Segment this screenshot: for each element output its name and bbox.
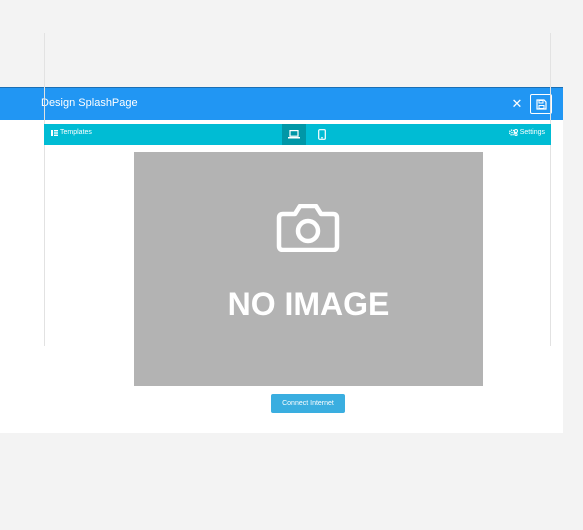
laptop-icon	[288, 130, 300, 139]
desktop-view-button[interactable]	[282, 124, 306, 145]
mobile-view-button[interactable]	[310, 124, 334, 145]
templates-button[interactable]: Templates	[51, 129, 92, 136]
list-icon	[51, 129, 58, 136]
mobile-icon	[318, 129, 326, 140]
gears-icon	[508, 129, 518, 136]
splash-image-placeholder[interactable]: NO IMAGE	[134, 152, 483, 386]
settings-label: Settings	[519, 129, 545, 136]
settings-button[interactable]: Settings	[508, 129, 545, 136]
templates-label: Templates	[60, 129, 92, 136]
no-image-text: NO IMAGE	[227, 286, 390, 322]
connect-internet-button[interactable]: Connect Internet	[271, 394, 345, 413]
editor-toolbar: Templates Settings	[44, 124, 551, 145]
camera-icon	[276, 204, 340, 252]
